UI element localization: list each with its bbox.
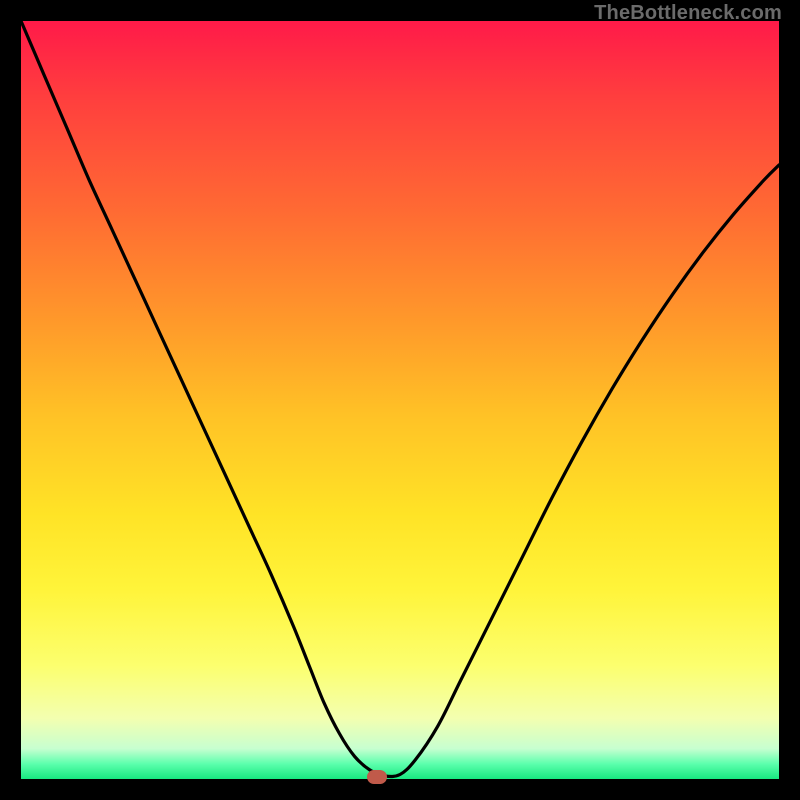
optimum-marker xyxy=(367,770,387,784)
watermark-text: TheBottleneck.com xyxy=(594,2,782,25)
curve-svg xyxy=(21,21,779,779)
plot-area xyxy=(21,21,779,779)
chart-frame: TheBottleneck.com xyxy=(0,0,800,800)
bottleneck-curve xyxy=(21,21,779,777)
